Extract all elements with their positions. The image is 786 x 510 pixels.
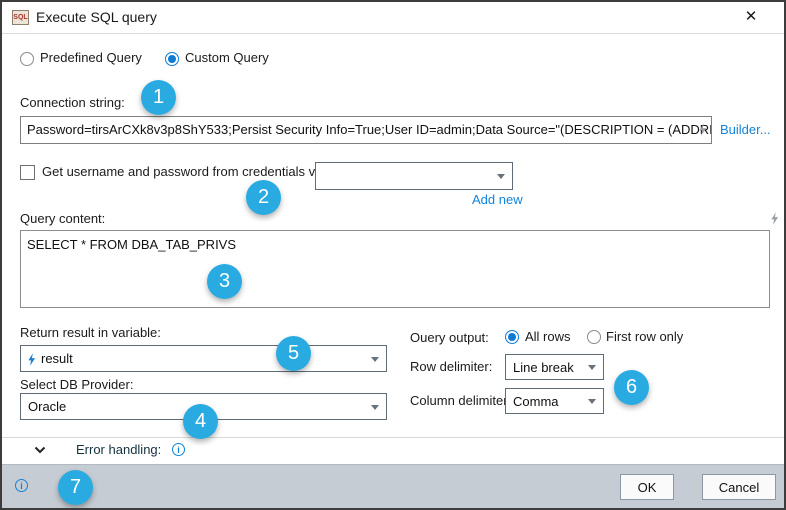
result-variable-dropdown[interactable]: result — [20, 345, 387, 372]
query-output-label: Ouery output: — [410, 330, 489, 345]
credentials-vault-value — [316, 163, 512, 168]
annotation-circle-7: 7 — [58, 470, 93, 505]
connection-string-label: Connection string: — [20, 95, 125, 110]
variable-bolt-icon — [698, 123, 707, 136]
return-result-label: Return result in variable: — [20, 325, 161, 340]
credentials-vault-checkbox[interactable] — [20, 165, 35, 180]
column-delimiter-dropdown[interactable]: Comma — [505, 388, 604, 414]
annotation-circle-4: 4 — [183, 404, 218, 439]
chevron-down-icon — [588, 365, 596, 370]
chevron-down-icon — [371, 405, 379, 410]
dialog-title: Execute SQL query — [36, 9, 157, 25]
variable-bolt-icon — [770, 212, 779, 225]
db-provider-label: Select DB Provider: — [20, 377, 133, 392]
builder-link[interactable]: Builder... — [720, 122, 771, 137]
chevron-down-icon — [588, 399, 596, 404]
execute-sql-query-dialog: SQL Execute SQL query ✕ Predefined Query… — [0, 0, 786, 510]
annotation-circle-3: 3 — [207, 264, 242, 299]
radio-custom-query[interactable] — [165, 52, 179, 66]
info-icon[interactable]: i — [15, 479, 28, 492]
radio-predefined-query[interactable] — [20, 52, 34, 66]
title-bar: SQL Execute SQL query ✕ — [2, 2, 784, 34]
info-icon[interactable]: i — [172, 443, 185, 456]
variable-bolt-icon — [27, 353, 36, 366]
row-delimiter-dropdown[interactable]: Line break — [505, 354, 604, 380]
annotation-circle-1: 1 — [141, 80, 176, 115]
query-content-label: Query content: — [20, 211, 105, 226]
radio-first-row-only[interactable] — [587, 330, 601, 344]
radio-custom-query-label[interactable]: Custom Query — [185, 50, 269, 65]
add-new-link[interactable]: Add new — [472, 192, 523, 207]
row-delimiter-label: Row delimiter: — [410, 359, 492, 374]
annotation-circle-5: 5 — [276, 336, 311, 371]
divider — [2, 437, 784, 438]
chevron-down-icon — [497, 174, 505, 179]
connection-string-input[interactable]: Password=tirsArCXk8v3p8ShY533;Persist Se… — [20, 116, 712, 144]
chevron-down-icon[interactable] — [34, 446, 46, 454]
radio-first-row-only-label[interactable]: First row only — [606, 329, 683, 344]
chevron-down-icon — [371, 357, 379, 362]
annotation-circle-6: 6 — [614, 370, 649, 405]
query-content-textarea[interactable]: SELECT * FROM DBA_TAB_PRIVS — [20, 230, 770, 308]
cancel-button[interactable]: Cancel — [702, 474, 776, 500]
credentials-vault-dropdown[interactable] — [315, 162, 513, 190]
radio-all-rows-label[interactable]: All rows — [525, 329, 571, 344]
close-icon[interactable]: ✕ — [742, 8, 760, 26]
sql-icon: SQL — [12, 10, 29, 25]
radio-predefined-query-label[interactable]: Predefined Query — [40, 50, 142, 65]
radio-all-rows[interactable] — [505, 330, 519, 344]
annotation-circle-2: 2 — [246, 180, 281, 215]
result-variable-value: result — [21, 346, 386, 366]
ok-button[interactable]: OK — [620, 474, 674, 500]
credentials-vault-label[interactable]: Get username and password from credentia… — [42, 164, 340, 179]
error-handling-label[interactable]: Error handling: — [76, 442, 161, 457]
column-delimiter-label: Column delimiter: — [410, 393, 511, 408]
